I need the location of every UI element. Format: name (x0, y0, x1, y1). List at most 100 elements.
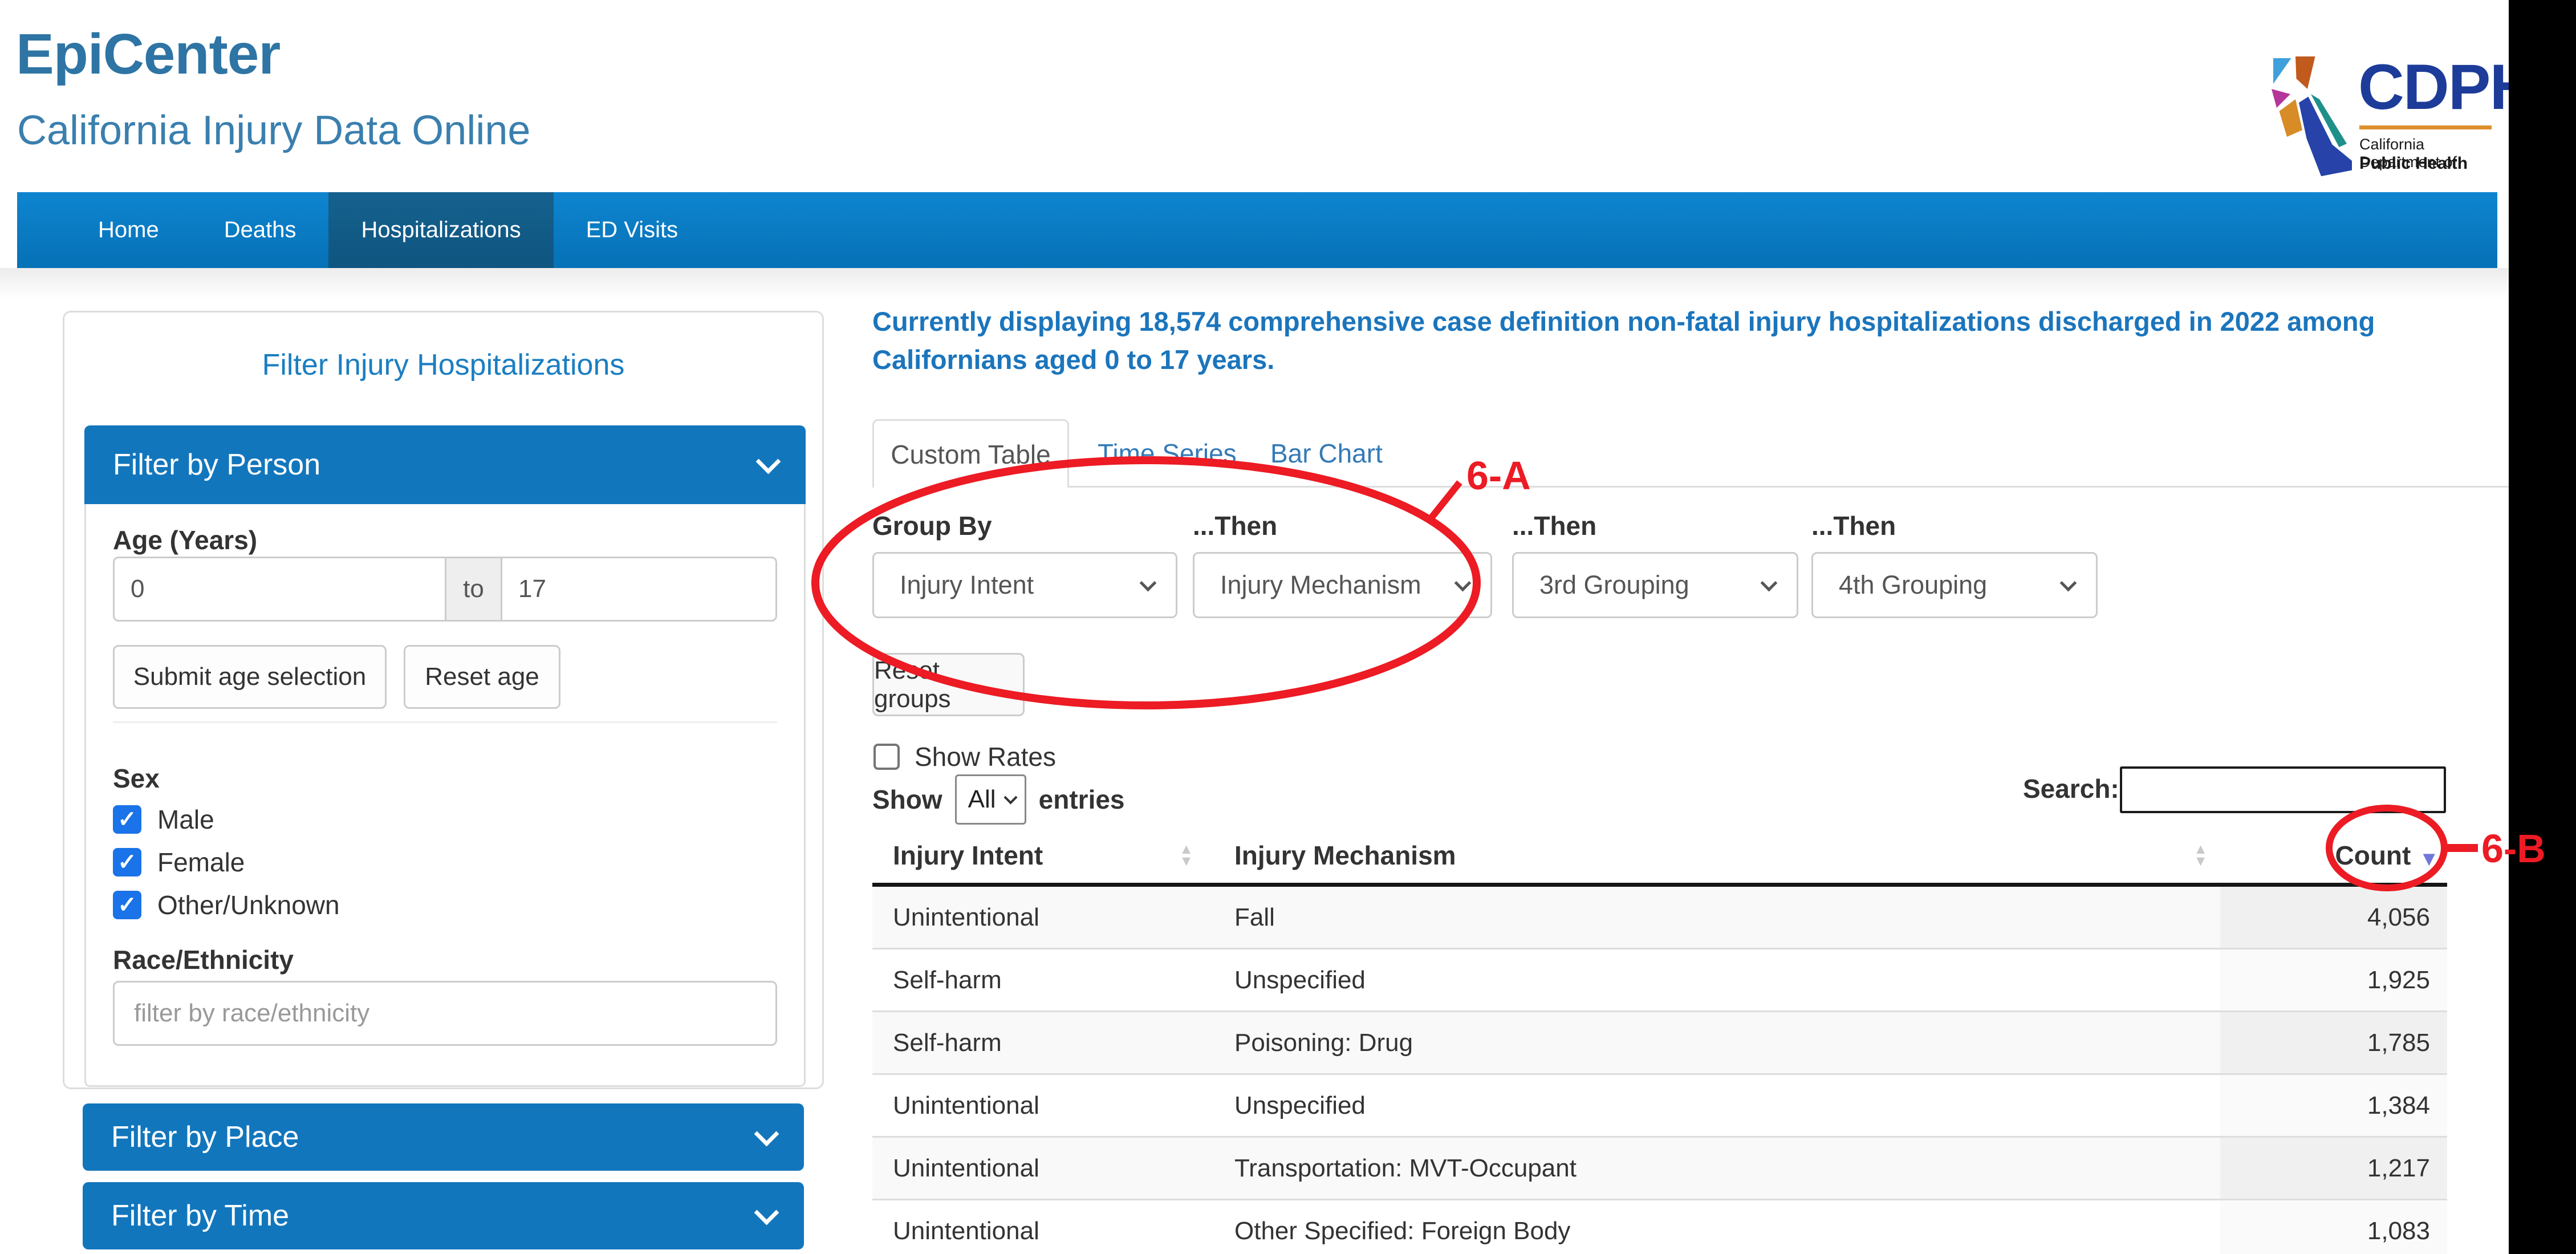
sort-down-icon: ▼ (1179, 855, 1193, 867)
table-row[interactable]: Unintentional Fall 4,056 (872, 887, 2447, 949)
group-by-label: Group By (872, 510, 992, 541)
table-row[interactable]: Unintentional Other Specified: Foreign B… (872, 1200, 2447, 1254)
table-row[interactable]: Unintentional Unspecified 1,384 (872, 1075, 2447, 1138)
table-row[interactable]: Self-harm Poisoning: Drug 1,785 (872, 1012, 2447, 1075)
sort-icon[interactable]: ▲ ▼ (1179, 843, 1193, 867)
filter-by-place-header[interactable]: Filter by Place (83, 1103, 804, 1171)
nav-item-home[interactable]: Home (66, 192, 192, 268)
group-select-3-value: 3rd Grouping (1539, 570, 1689, 600)
group-select-4[interactable]: 4th Grouping (1811, 552, 2098, 618)
summary-line-2: Californians aged 0 to 17 years. (872, 344, 1274, 375)
cell-injury-intent: Unintentional (872, 887, 1212, 948)
checkbox-checked-icon[interactable]: ✓ (113, 891, 141, 919)
nav-shadow (0, 268, 2509, 299)
sex-checkbox-female-row: ✓ Female (113, 847, 245, 878)
search-label: Search: (2023, 773, 2119, 804)
cell-injury-intent: Self-harm (872, 1012, 1212, 1073)
group-select-3[interactable]: 3rd Grouping (1512, 552, 1798, 618)
cell-injury-intent: Unintentional (872, 1138, 1212, 1199)
main-nav: Home Deaths Hospitalizations ED Visits (17, 192, 2497, 268)
cell-injury-intent: Unintentional (872, 1200, 1212, 1254)
sex-label: Sex (113, 763, 160, 794)
column-header-injury-intent[interactable]: Injury Intent ▲ ▼ (872, 840, 1212, 871)
show-label: Show (872, 784, 942, 815)
california-state-icon (2268, 55, 2354, 183)
submit-age-button[interactable]: Submit age selection (113, 645, 387, 709)
age-to-input[interactable] (501, 557, 777, 622)
checkbox-checked-icon[interactable]: ✓ (113, 805, 141, 834)
divider (113, 721, 777, 723)
filter-by-time-label: Filter by Time (111, 1199, 289, 1233)
chevron-down-icon (1140, 574, 1157, 591)
table-row[interactable]: Unintentional Transportation: MVT-Occupa… (872, 1138, 2447, 1200)
chevron-down-icon (756, 449, 781, 474)
tab-underline (872, 486, 2509, 488)
tab-bar-chart[interactable]: Bar Chart (1270, 438, 1383, 469)
cell-injury-mechanism: Fall (1212, 887, 2220, 948)
entries-length-select[interactable]: All (955, 774, 1026, 825)
column-header-injury-mechanism[interactable]: Injury Mechanism ▲ ▼ (1212, 840, 2220, 871)
cell-injury-intent: Self-harm (872, 949, 1212, 1010)
app-title: EpiCenter (16, 22, 280, 87)
screenshot-stage: EpiCenter California Injury Data Online … (0, 0, 2576, 1254)
then-label-3: ...Then (1512, 510, 1596, 541)
group-select-4-value: 4th Grouping (1839, 570, 1987, 600)
tab-time-series[interactable]: Time Series (1098, 438, 1237, 469)
sort-down-icon: ▼ (2193, 855, 2208, 867)
age-range-group: to (113, 557, 777, 622)
group-select-1[interactable]: Injury Intent (872, 552, 1177, 618)
sex-option-other-unknown: Other/Unknown (157, 890, 340, 920)
chevron-down-icon (1003, 790, 1017, 804)
checkbox-checked-icon[interactable]: ✓ (113, 848, 141, 876)
column-label: Count (2335, 840, 2411, 871)
chevron-down-icon (1761, 574, 1778, 591)
column-header-count[interactable]: Count ▼ (2220, 840, 2447, 871)
page: EpiCenter California Injury Data Online … (0, 0, 2509, 1254)
cdph-dept-line2: Public Health (2359, 154, 2468, 173)
race-ethnicity-label: Race/Ethnicity (113, 944, 294, 975)
table-header-row: Injury Intent ▲ ▼ Injury Mechanism ▲ ▼ C… (872, 828, 2447, 887)
chevron-down-icon (1454, 574, 1472, 591)
cdph-acronym: CDPH (2358, 50, 2509, 124)
group-select-2[interactable]: Injury Mechanism (1193, 552, 1492, 618)
sort-icon[interactable]: ▲ ▼ (2193, 843, 2208, 867)
cdph-orange-rule (2359, 125, 2492, 129)
sex-checkbox-other-row: ✓ Other/Unknown (113, 890, 340, 920)
filter-panel-title: Filter Injury Hospitalizations (64, 348, 822, 382)
filter-by-person-header[interactable]: Filter by Person (84, 425, 806, 504)
filter-by-place-label: Filter by Place (111, 1120, 299, 1154)
sex-option-female: Female (157, 847, 245, 878)
age-from-input[interactable] (113, 557, 446, 622)
nav-item-deaths[interactable]: Deaths (192, 192, 329, 268)
search-input[interactable] (2120, 766, 2446, 813)
filter-panel: Filter Injury Hospitalizations Filter by… (63, 311, 824, 1089)
sex-option-male: Male (157, 804, 214, 835)
tab-custom-table[interactable]: Custom Table (872, 419, 1069, 488)
nav-item-ed-visits[interactable]: ED Visits (554, 192, 711, 268)
cell-injury-mechanism: Poisoning: Drug (1212, 1012, 2220, 1073)
then-label-2: ...Then (1193, 510, 1277, 541)
chevron-down-icon (754, 1200, 779, 1225)
cdph-logo: CDPH California Department of Public Hea… (2268, 55, 2502, 186)
entries-label: entries (1039, 784, 1125, 815)
race-ethnicity-input[interactable] (113, 981, 777, 1046)
results-table: Injury Intent ▲ ▼ Injury Mechanism ▲ ▼ C… (872, 828, 2447, 1254)
nav-item-hospitalizations[interactable]: Hospitalizations (328, 192, 553, 268)
chevron-down-icon (754, 1121, 779, 1146)
reset-groups-button[interactable]: Reset groups (872, 653, 1025, 716)
cell-count: 1,217 (2220, 1138, 2447, 1199)
table-row[interactable]: Self-harm Unspecified 1,925 (872, 949, 2447, 1012)
filter-by-time-header[interactable]: Filter by Time (83, 1182, 804, 1249)
filter-by-person-label: Filter by Person (113, 448, 320, 482)
app-subtitle: California Injury Data Online (17, 107, 530, 154)
column-label: Injury Intent (893, 840, 1043, 871)
group-select-1-value: Injury Intent (900, 570, 1034, 600)
entries-row: Show All entries (872, 766, 1125, 825)
cell-injury-mechanism: Other Specified: Foreign Body (1212, 1200, 2220, 1254)
cell-count: 1,925 (2220, 949, 2447, 1010)
group-select-2-value: Injury Mechanism (1220, 570, 1421, 600)
reset-age-button[interactable]: Reset age (404, 645, 560, 709)
cell-count: 4,056 (2220, 887, 2447, 948)
sort-desc-icon[interactable]: ▼ (2419, 847, 2439, 871)
age-label: Age (Years) (113, 525, 257, 555)
